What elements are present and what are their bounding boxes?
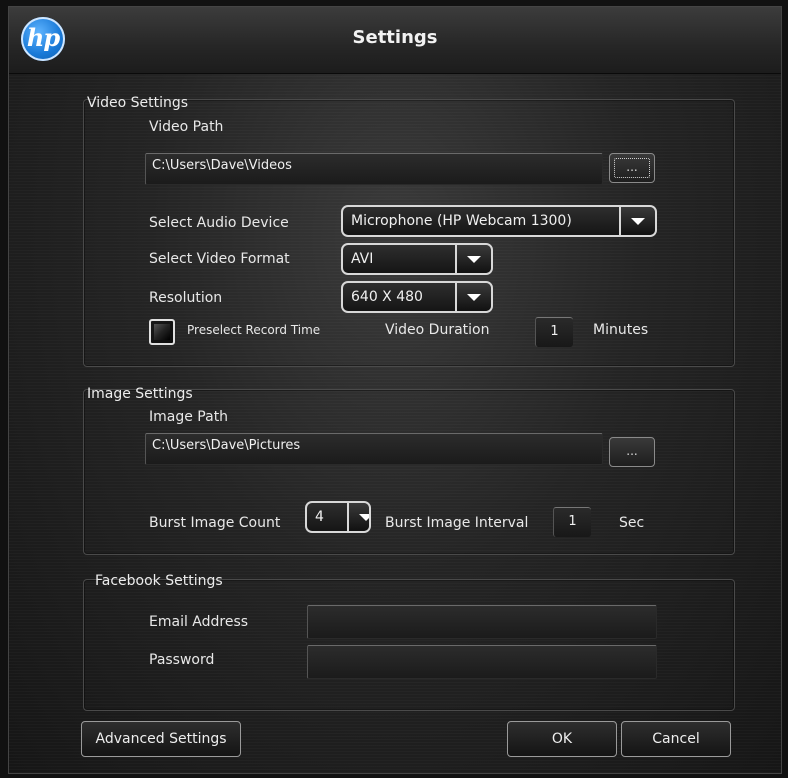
image-browse-button[interactable]: ... [609,437,655,467]
audio-device-value: Microphone (HP Webcam 1300) [351,213,572,229]
burst-count-value: 4 [315,509,324,525]
resolution-select[interactable]: 640 X 480 [341,281,493,313]
ok-button[interactable]: OK [507,721,617,757]
cancel-button[interactable]: Cancel [621,721,731,757]
image-path-label: Image Path [149,409,229,425]
email-address-field[interactable] [307,605,657,639]
video-path-field[interactable]: C:\Users\Dave\Videos [145,153,603,185]
burst-count-label: Burst Image Count [149,515,281,531]
image-settings-title: Image Settings [87,386,193,402]
advanced-settings-button[interactable]: Advanced Settings [81,721,241,757]
video-path-label: Video Path [149,119,224,135]
chevron-down-icon[interactable] [347,503,369,531]
burst-interval-input[interactable]: 1 [553,507,591,537]
video-duration-label: Video Duration [385,322,490,338]
video-format-value: AVI [351,251,374,267]
facebook-settings-title: Facebook Settings [95,573,223,589]
chevron-down-icon[interactable] [455,283,491,311]
title-bar: hp Settings [9,7,781,74]
video-duration-input[interactable]: 1 [535,317,573,347]
resolution-value: 640 X 480 [351,289,423,305]
password-field[interactable] [307,645,657,679]
burst-interval-label: Burst Image Interval [385,515,529,531]
video-browse-button[interactable]: ... [609,153,655,183]
chevron-down-icon[interactable] [619,207,655,235]
settings-window: hp Settings Video Settings Video Path C:… [8,6,782,774]
video-duration-unit: Minutes [593,322,649,338]
resolution-label: Resolution [149,290,223,306]
email-address-label: Email Address [149,614,249,630]
video-format-select[interactable]: AVI [341,243,493,275]
burst-count-select[interactable]: 4 [305,501,371,533]
video-format-label: Select Video Format [149,251,290,267]
preselect-record-time-label: Preselect Record Time [187,323,321,337]
image-path-field[interactable]: C:\Users\Dave\Pictures [145,433,603,465]
chevron-down-icon[interactable] [455,245,491,273]
burst-interval-unit: Sec [619,515,645,531]
audio-device-label: Select Audio Device [149,215,289,231]
video-settings-title: Video Settings [87,95,189,111]
window-title: Settings [352,27,438,48]
audio-device-select[interactable]: Microphone (HP Webcam 1300) [341,205,657,237]
password-label: Password [149,652,215,668]
preselect-record-time-checkbox[interactable] [149,319,175,345]
